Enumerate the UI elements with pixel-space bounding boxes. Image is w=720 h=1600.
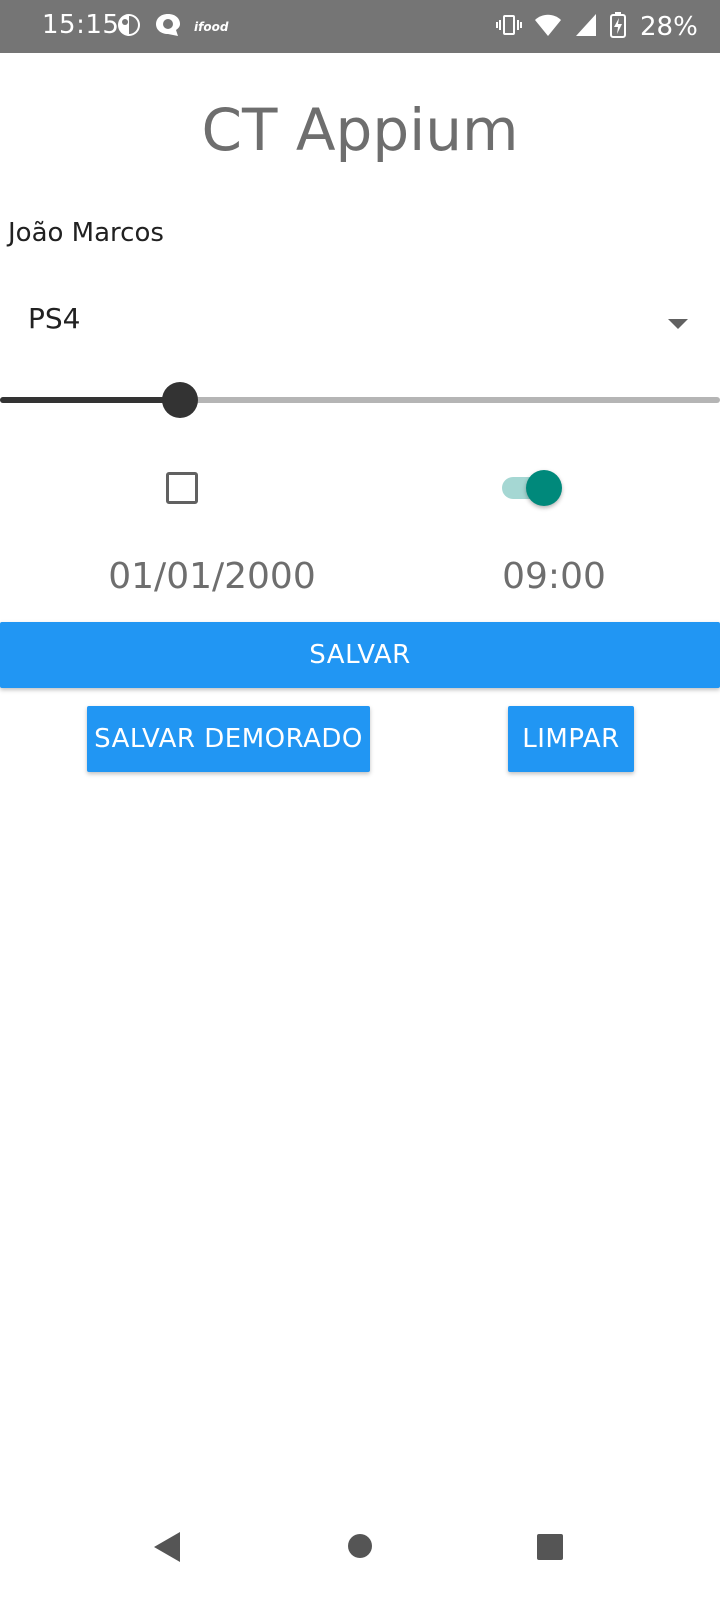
wifi-icon: [534, 12, 562, 42]
dropdown-arrow-icon: [668, 316, 688, 335]
ifood-icon: ifood: [194, 20, 229, 34]
name-input[interactable]: João Marcos: [8, 218, 164, 248]
checkbox[interactable]: [166, 472, 198, 504]
battery-percentage: 28%: [640, 12, 698, 42]
back-icon[interactable]: [152, 1530, 182, 1568]
status-bar: 15:15 ifood 28%: [0, 0, 720, 53]
date-field[interactable]: 01/01/2000: [0, 556, 424, 597]
chat-icon: [154, 12, 182, 42]
app-title: CT Appium: [201, 96, 519, 164]
switch-thumb: [526, 470, 562, 506]
status-time: 15:15: [42, 10, 120, 40]
slider-thumb[interactable]: [162, 382, 198, 418]
clear-button[interactable]: LIMPAR: [508, 706, 634, 772]
notification-app-icon: [116, 12, 142, 42]
save-delayed-button[interactable]: SALVAR DEMORADO: [87, 706, 370, 772]
battery-charging-icon: [610, 12, 626, 42]
navigation-bar: [0, 1510, 720, 1600]
time-field[interactable]: 09:00: [454, 556, 654, 597]
status-system-icons: 28%: [496, 12, 698, 42]
seekbar-slider[interactable]: [0, 380, 720, 420]
console-spinner-value: PS4: [28, 302, 81, 335]
vibrate-icon: [496, 12, 522, 42]
slider-track-fill: [0, 397, 180, 403]
home-icon[interactable]: [347, 1533, 373, 1563]
console-spinner[interactable]: PS4: [0, 290, 720, 360]
save-button[interactable]: SALVAR: [0, 622, 720, 688]
signal-icon: [574, 12, 598, 42]
recents-icon[interactable]: [536, 1533, 564, 1565]
toggle-switch[interactable]: [502, 468, 562, 508]
status-notification-icons: ifood: [116, 12, 228, 42]
